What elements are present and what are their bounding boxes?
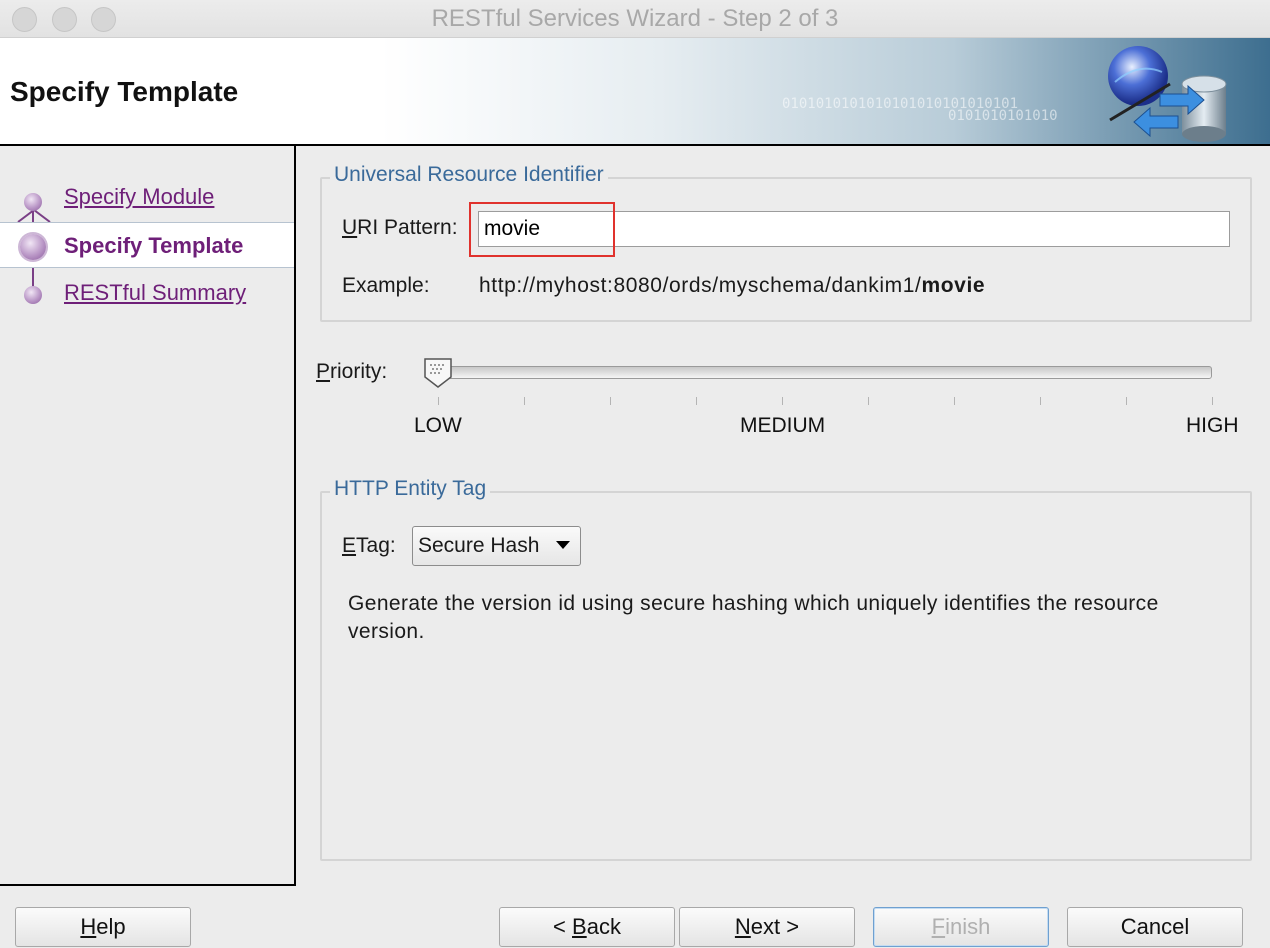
uri-group-legend: Universal Resource Identifier xyxy=(330,163,608,187)
step-label[interactable]: Specify Module xyxy=(64,184,214,210)
step-specify-module[interactable]: Specify Module xyxy=(0,174,294,222)
chevron-down-icon xyxy=(556,541,570,549)
window-title: RESTful Services Wizard - Step 2 of 3 xyxy=(431,5,839,32)
step-connector-icon xyxy=(17,210,51,222)
step-specify-template: Specify Template xyxy=(0,222,294,268)
priority-tick xyxy=(782,397,783,405)
priority-low-label: LOW xyxy=(414,414,462,437)
uri-group: Universal Resource Identifier xyxy=(320,163,1252,322)
etag-select[interactable]: Secure Hash xyxy=(412,526,581,566)
title-bar: RESTful Services Wizard - Step 2 of 3 xyxy=(0,0,1270,38)
priority-tick xyxy=(954,397,955,405)
etag-selected-value: Secure Hash xyxy=(418,534,540,557)
priority-tick xyxy=(610,397,611,405)
highlight-box xyxy=(469,202,615,257)
priority-tick xyxy=(1040,397,1041,405)
next-button[interactable]: Next > xyxy=(679,907,855,947)
example-url: http://myhost:8080/ords/myschema/dankim1… xyxy=(479,274,986,297)
priority-slider-track[interactable] xyxy=(428,366,1212,379)
example-label: Example: xyxy=(342,274,430,297)
finish-button[interactable]: Finish xyxy=(873,907,1049,947)
step-label[interactable]: RESTful Summary xyxy=(64,280,246,306)
banner-binary-text: 0101010101010 xyxy=(948,108,1058,124)
step-restful-summary[interactable]: RESTful Summary xyxy=(0,270,294,316)
priority-tick xyxy=(1212,397,1213,405)
priority-tick xyxy=(1126,397,1127,405)
wizard-header-banner: Specify Template 01010101010101010101010… xyxy=(0,38,1270,146)
step-bullet-icon xyxy=(24,193,42,211)
help-button[interactable]: Help xyxy=(15,907,191,947)
priority-high-label: HIGH xyxy=(1186,414,1239,437)
uri-pattern-label: URI Pattern: xyxy=(342,216,458,239)
cancel-button[interactable]: Cancel xyxy=(1067,907,1243,947)
etag-label: ETag: xyxy=(342,534,396,557)
priority-slider-thumb[interactable] xyxy=(423,357,453,389)
priority-tick xyxy=(524,397,525,405)
etag-group-legend: HTTP Entity Tag xyxy=(330,477,491,501)
priority-medium-label: MEDIUM xyxy=(740,414,826,437)
wizard-steps-sidebar: Specify Module Specify Template RESTful … xyxy=(0,146,296,886)
priority-tick xyxy=(438,397,439,405)
step-bullet-icon xyxy=(24,286,42,304)
priority-tick xyxy=(868,397,869,405)
back-button[interactable]: < Back xyxy=(499,907,675,947)
step-label: Specify Template xyxy=(64,233,244,258)
page-title: Specify Template xyxy=(10,76,239,107)
step-bullet-current-icon xyxy=(20,234,46,260)
priority-tick xyxy=(696,397,697,405)
rest-services-logo-icon xyxy=(1108,46,1227,142)
priority-label: Priority: xyxy=(316,360,388,383)
etag-description: Generate the version id using secure has… xyxy=(348,592,1159,643)
